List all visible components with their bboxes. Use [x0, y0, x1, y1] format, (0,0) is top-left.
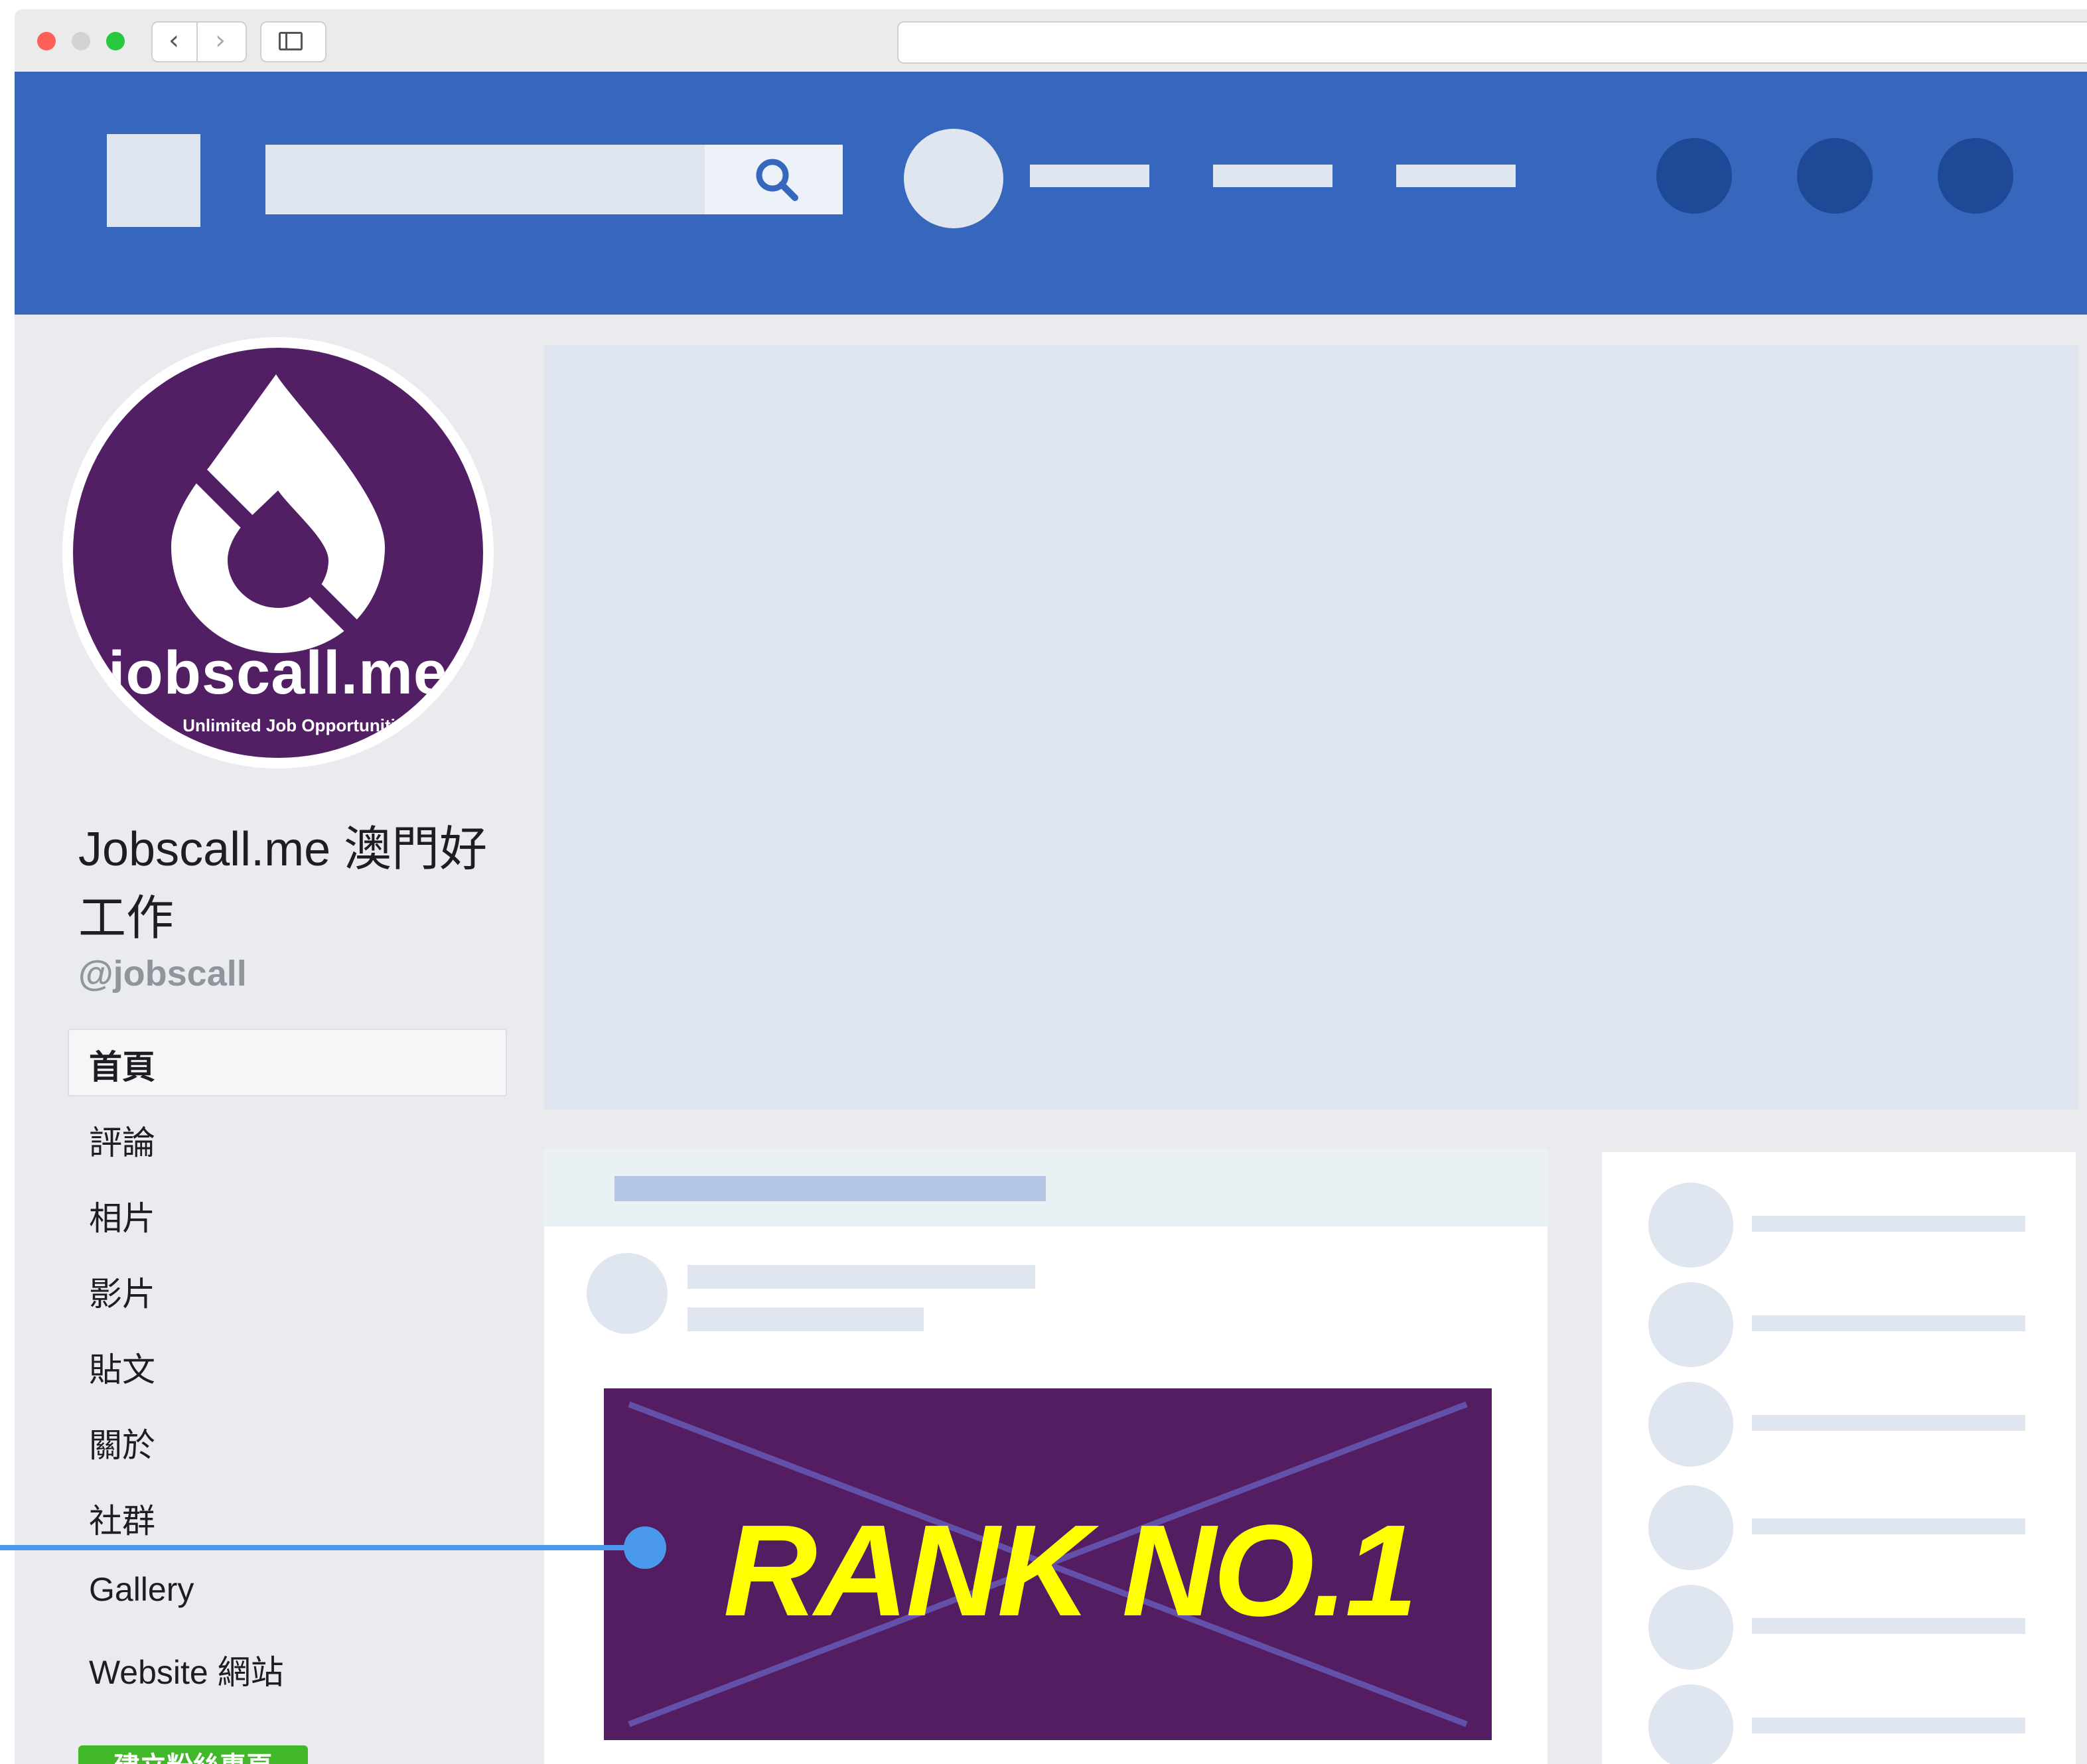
close-window-button[interactable] [37, 32, 56, 50]
header-logo-placeholder[interactable] [107, 134, 200, 227]
logo-tagline: Unlimited Job Opportunities [182, 715, 415, 735]
header-nav-link-placeholder[interactable] [1030, 165, 1149, 187]
callout-dot [624, 1526, 666, 1569]
header-profile-avatar[interactable] [904, 129, 1003, 228]
list-item-avatar[interactable] [1648, 1282, 1733, 1367]
profile-picture[interactable]: jobscall.me Unlimited Job Opportunities [73, 348, 483, 758]
create-page-button[interactable]: 建立粉絲專頁 [78, 1745, 308, 1764]
tab-community[interactable]: 社群 [89, 1495, 155, 1542]
zoom-window-button[interactable] [106, 32, 125, 50]
tab-home[interactable]: 首頁 [89, 1041, 155, 1088]
post-card-header-placeholder [614, 1176, 1046, 1201]
history-divider [196, 23, 198, 61]
header-nav-link-placeholder[interactable] [1396, 165, 1516, 187]
tab-videos[interactable]: 影片 [89, 1268, 155, 1315]
tab-about[interactable]: 關於 [89, 1419, 155, 1467]
page-handle[interactable]: @jobscall [78, 953, 247, 994]
callout-line [0, 1545, 645, 1550]
header-icon-button-placeholder[interactable] [1938, 138, 2013, 214]
minimize-window-button[interactable] [72, 32, 90, 50]
header-icon-button-placeholder[interactable] [1656, 138, 1732, 214]
tab-gallery[interactable]: Gallery [89, 1570, 194, 1609]
search-icon [756, 159, 798, 201]
list-item-avatar[interactable] [1648, 1183, 1733, 1268]
logo-text: jobscall.me [108, 639, 449, 707]
list-item-text-placeholder [1752, 1618, 2025, 1634]
post-author-avatar[interactable] [587, 1253, 668, 1334]
address-bar[interactable] [897, 21, 2087, 64]
list-item-avatar[interactable] [1648, 1585, 1733, 1670]
list-item-text-placeholder [1752, 1518, 2025, 1534]
tab-reviews[interactable]: 評論 [89, 1116, 155, 1164]
page-title: Jobscall.me 澳門好工作 [78, 823, 488, 945]
post-meta-placeholder [687, 1307, 924, 1331]
header-icon-button-placeholder[interactable] [1797, 138, 1873, 214]
list-item-text-placeholder [1752, 1718, 2025, 1733]
list-item-text-placeholder [1752, 1415, 2025, 1431]
list-item-text-placeholder [1752, 1315, 2025, 1331]
browser-window: ‹ › jobscall.me Unlimited Job Opportunit… [15, 9, 2087, 1764]
list-item-text-placeholder [1752, 1216, 2025, 1232]
back-chevron-icon[interactable]: ‹ [161, 27, 187, 54]
header-nav-link-placeholder[interactable] [1213, 165, 1332, 187]
post-author-name-placeholder [687, 1265, 1035, 1289]
sidebar-toggle-icon [279, 32, 303, 50]
cover-photo-placeholder[interactable] [544, 345, 2078, 1110]
list-item-avatar[interactable] [1648, 1485, 1733, 1570]
sidebar-toggle-icon-bar [285, 33, 287, 49]
forward-chevron-icon[interactable]: › [207, 27, 234, 54]
rank-headline: RANK NO.1 [723, 1498, 1417, 1643]
list-item-avatar[interactable] [1648, 1382, 1733, 1467]
list-item-avatar[interactable] [1648, 1684, 1733, 1764]
tab-posts[interactable]: 貼文 [89, 1343, 155, 1391]
tab-photos[interactable]: 相片 [89, 1192, 155, 1240]
tab-website[interactable]: Website 網站 [89, 1646, 284, 1694]
